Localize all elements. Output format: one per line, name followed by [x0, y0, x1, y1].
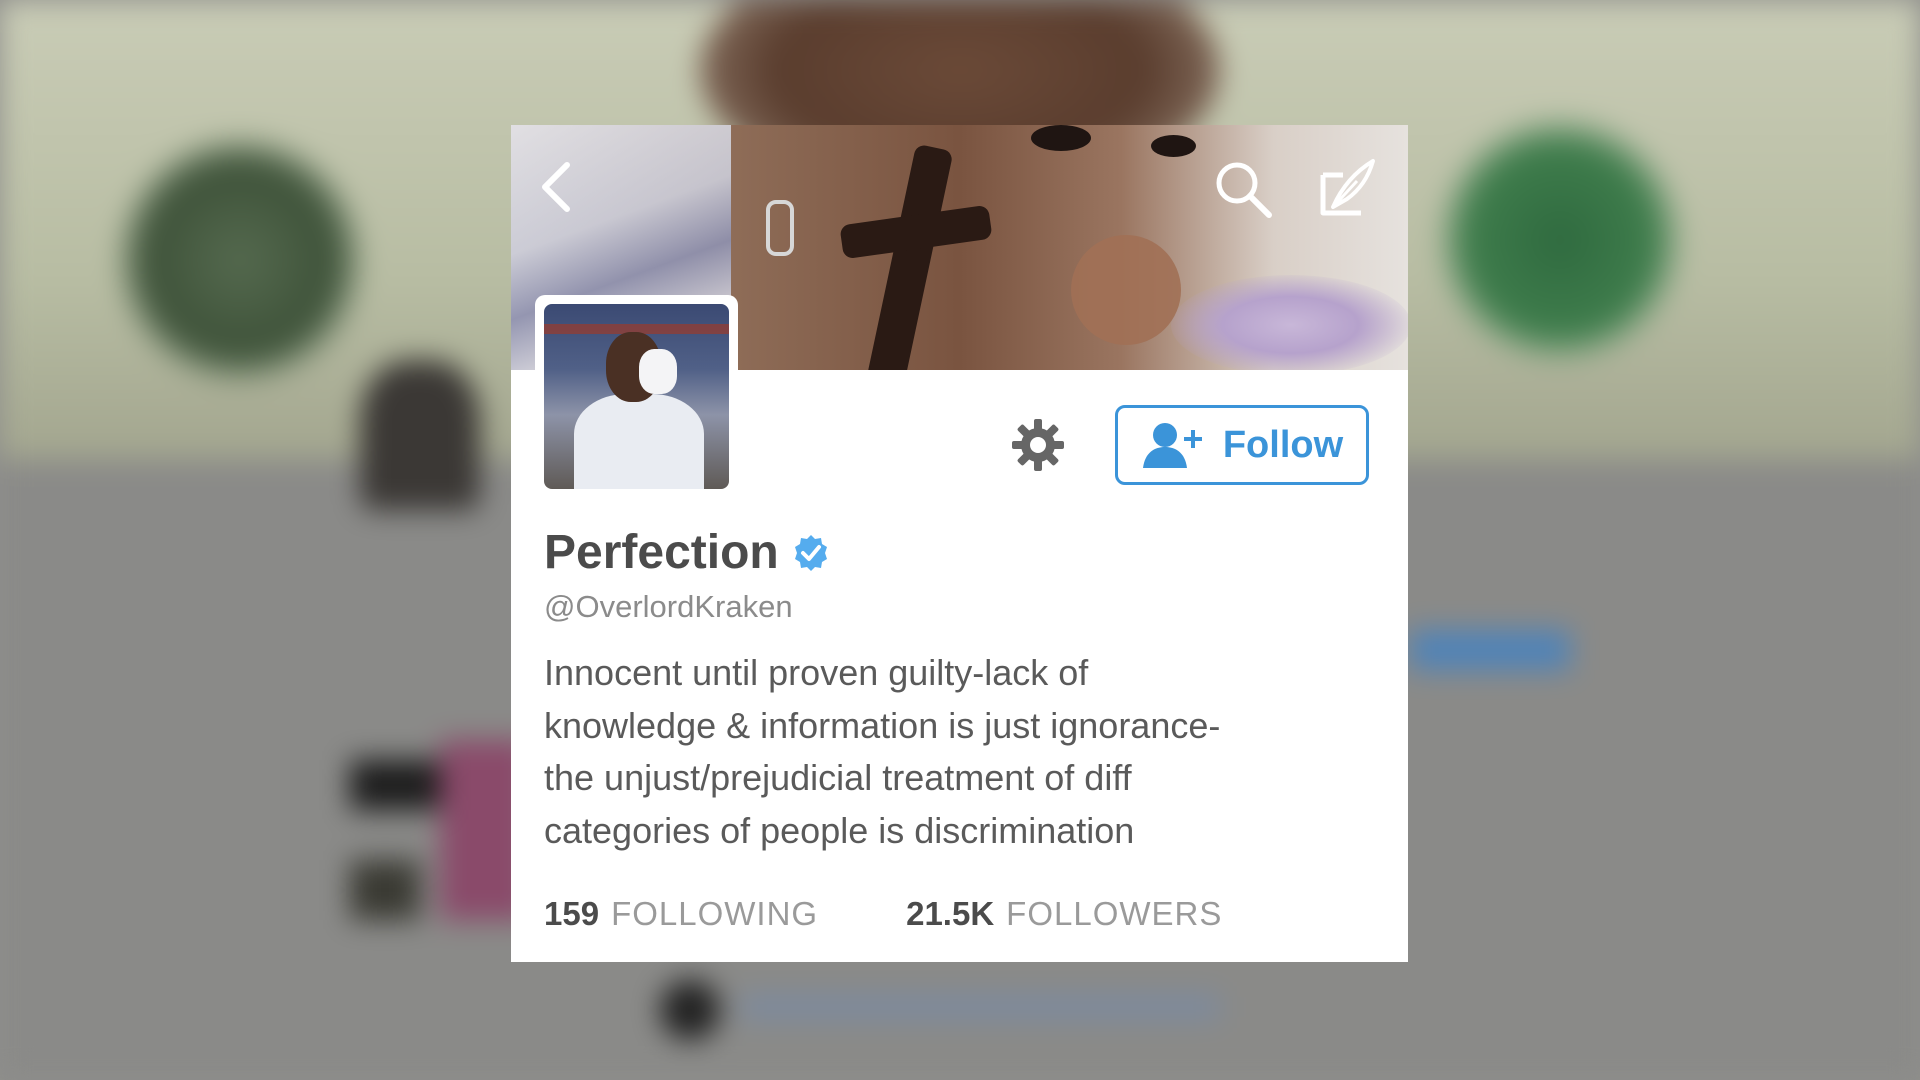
background-person — [360, 360, 480, 510]
banner-earring — [766, 200, 794, 256]
background-seal — [120, 140, 360, 380]
background-thumbnail — [350, 760, 440, 810]
bio-line: knowledge & information is just ignoranc… — [544, 704, 1221, 746]
banner-eye — [1151, 135, 1196, 157]
profile-stats: 159 FOLLOWING 21.5K FOLLOWERS — [544, 895, 1222, 933]
avatar-frame — [535, 295, 738, 498]
following-stat[interactable]: 159 FOLLOWING — [544, 895, 818, 933]
avatar-glove — [639, 349, 677, 394]
follow-button-label: Follow — [1222, 423, 1344, 466]
bio-line: Innocent until proven guilty-lack of — [544, 652, 1089, 693]
chevron-left-icon — [542, 162, 570, 212]
compose-button[interactable] — [1313, 155, 1379, 221]
background-button — [1410, 630, 1570, 670]
following-label: FOLLOWING — [611, 895, 819, 932]
follow-button[interactable]: Follow — [1115, 405, 1369, 485]
following-count: 159 — [544, 895, 600, 932]
followers-label: FOLLOWERS — [1006, 895, 1223, 932]
display-name: Perfection — [544, 526, 779, 579]
profile-card: Follow Perfection @OverlordKraken Innoce… — [511, 125, 1408, 962]
followers-stat[interactable]: 21.5K FOLLOWERS — [906, 895, 1222, 933]
compose-tweet-icon — [1320, 159, 1375, 216]
search-button[interactable] — [1211, 157, 1275, 221]
add-user-icon — [1142, 423, 1202, 468]
banner-smoke — [1171, 275, 1408, 370]
search-icon — [1216, 162, 1272, 218]
background-text — [740, 995, 1220, 1019]
verified-badge-icon — [794, 534, 827, 571]
gear-icon — [1012, 419, 1064, 471]
profile-name-row: Perfection — [544, 525, 831, 580]
profile-bio: Innocent until proven guilty-lack of kno… — [544, 647, 1364, 857]
banner-eye — [1031, 125, 1091, 151]
background-seal — [1440, 120, 1680, 360]
settings-button[interactable] — [1008, 415, 1068, 475]
banner-face — [1071, 235, 1181, 345]
back-button[interactable] — [535, 157, 579, 217]
avatar[interactable] — [544, 304, 729, 489]
bio-line: categories of people is discrimination — [544, 809, 1135, 851]
avatar-jersey — [574, 394, 704, 489]
background-avatar — [660, 980, 720, 1040]
bio-line: the unjust/prejudicial treatment of diff — [544, 757, 1132, 798]
username-handle: @OverlordKraken — [544, 589, 793, 624]
followers-count: 21.5K — [906, 895, 995, 932]
banner-cross — [866, 143, 954, 370]
background-thumbnail — [350, 860, 420, 920]
